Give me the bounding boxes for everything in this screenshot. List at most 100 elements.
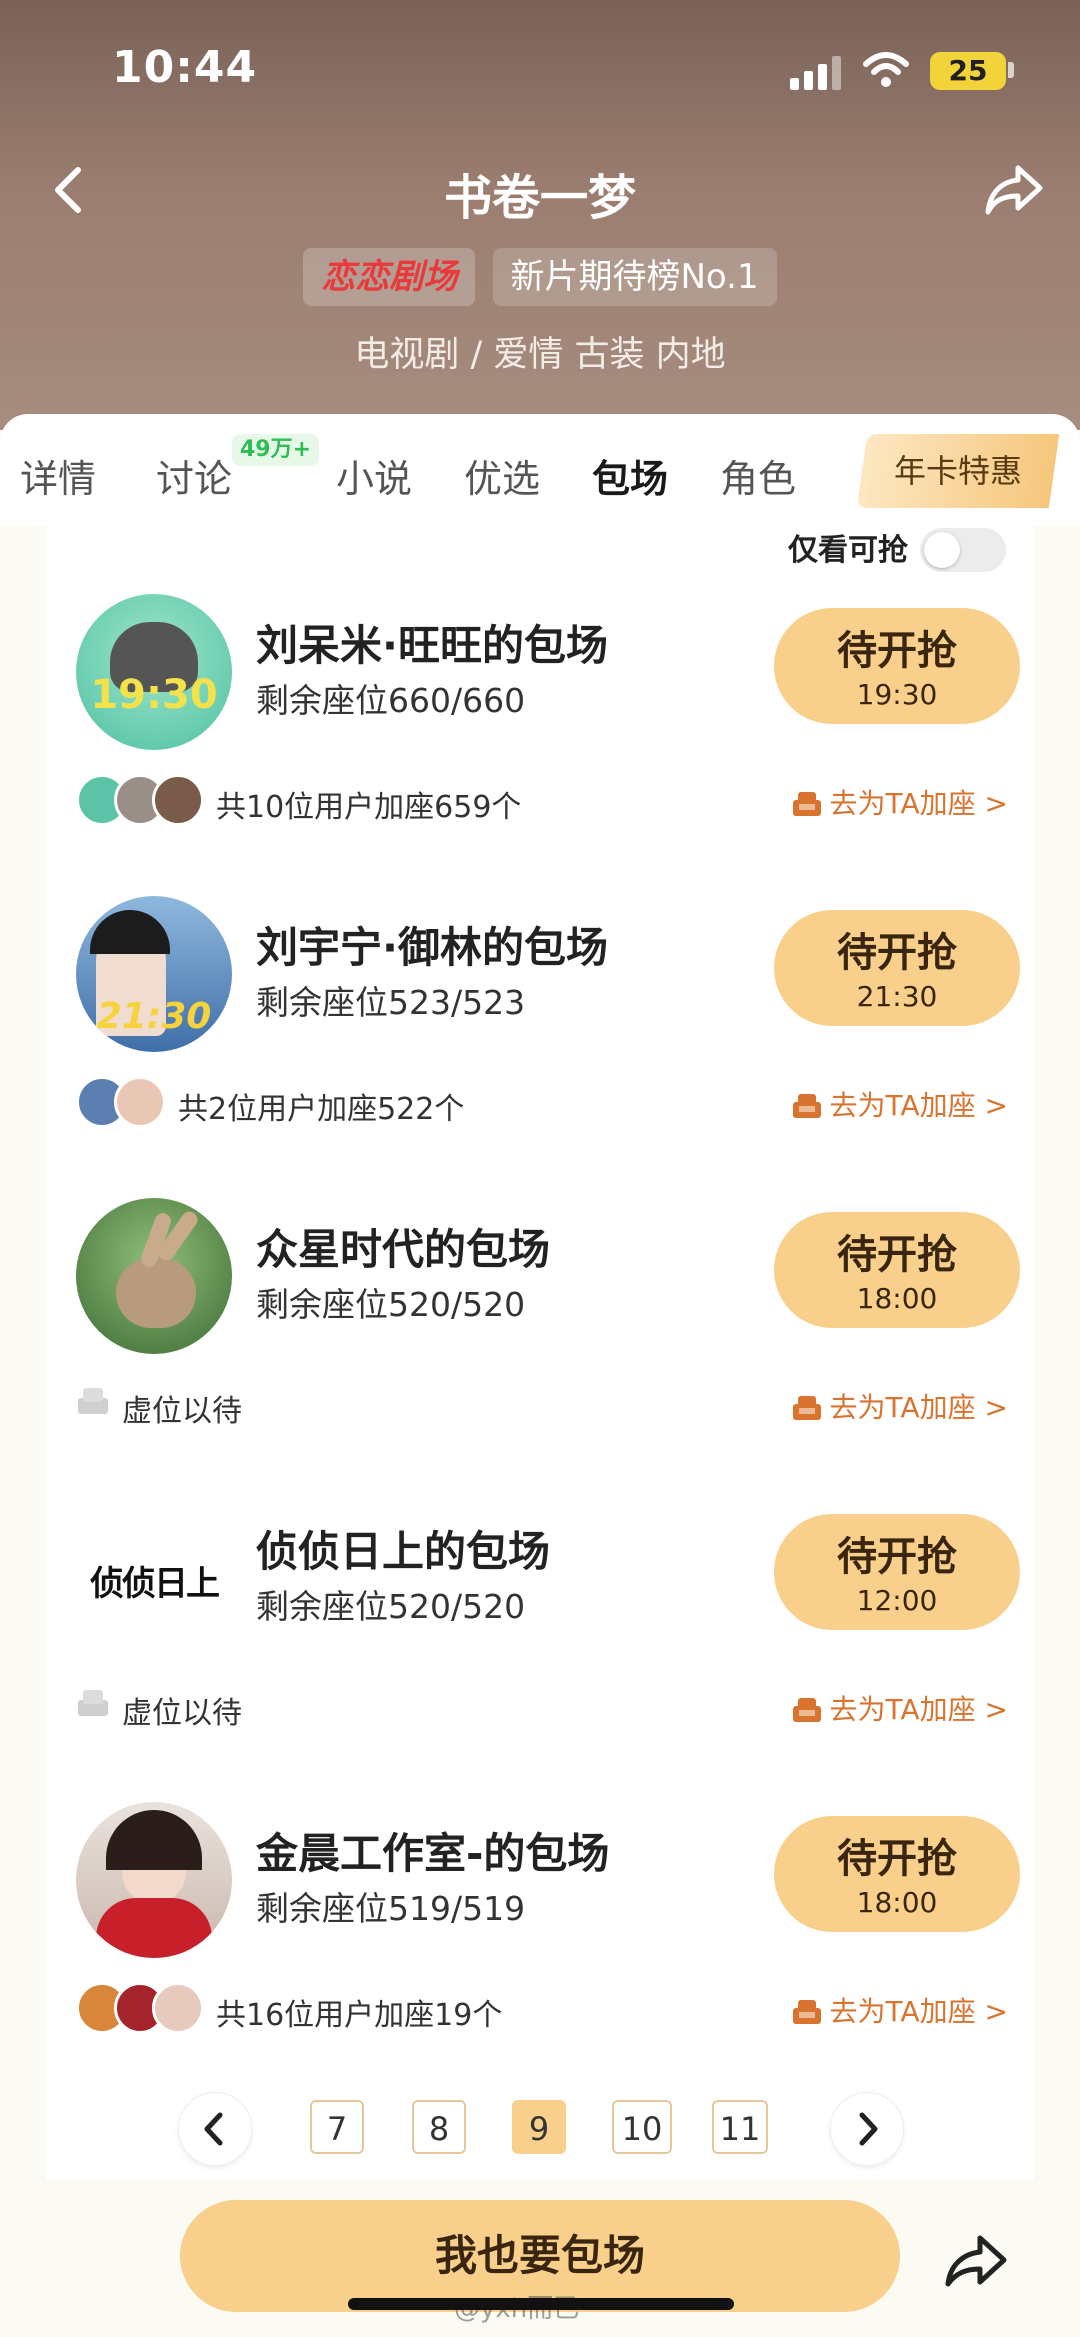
toggle-knob xyxy=(924,532,960,568)
battery-level: 25 xyxy=(948,54,988,87)
seats-remaining: 剩余座位520/520 xyxy=(256,1587,526,1626)
booking-row[interactable]: 21:30 刘宇宁·御林的包场 剩余座位523/523 待开抢 21:30 共2… xyxy=(46,896,1034,1196)
joiners-text: 共10位用户加座659个 xyxy=(216,790,522,825)
grab-button[interactable]: 待开抢 21:30 xyxy=(774,910,1020,1026)
seats-remaining: 剩余座位520/520 xyxy=(256,1285,526,1324)
avatar xyxy=(76,1198,232,1354)
next-page-button[interactable] xyxy=(830,2092,904,2166)
booking-row[interactable]: 侦侦日上 侦侦日上的包场 剩余座位520/520 待开抢 12:00 虚位以待 … xyxy=(46,1500,1034,1800)
annual-card-label: 年卡特惠 xyxy=(893,452,1022,490)
avatar-time: 21:30 xyxy=(96,996,212,1037)
seats-remaining: 剩余座位519/519 xyxy=(256,1889,526,1928)
battery-icon: 25 xyxy=(930,52,1006,90)
joiner-avatar xyxy=(152,774,204,826)
grab-time: 12:00 xyxy=(856,1584,938,1617)
joiner-avatar xyxy=(152,1982,204,2034)
sofa-icon xyxy=(792,1698,821,1722)
page-9-current[interactable]: 9 xyxy=(512,2100,566,2154)
brand-tag[interactable]: 恋恋剧场 xyxy=(303,248,476,306)
joiners-text: 虚位以待 xyxy=(122,1394,242,1429)
battery-tip xyxy=(1008,62,1014,78)
avatar-time: 19:30 xyxy=(90,672,218,718)
share-icon[interactable] xyxy=(984,160,1044,220)
page-7[interactable]: 7 xyxy=(310,2100,364,2154)
page-8[interactable]: 8 xyxy=(412,2100,466,2154)
joiners-text: 共16位用户加座19个 xyxy=(216,1998,503,2033)
empty-seat-icon xyxy=(78,1690,108,1716)
booking-name: 刘呆米·旺旺的包场 xyxy=(256,621,608,670)
grab-status: 待开抢 xyxy=(837,1836,957,1882)
booking-name: 众星时代的包场 xyxy=(256,1225,551,1274)
tab-selected[interactable]: 优选 xyxy=(464,448,540,503)
prev-page-button[interactable] xyxy=(178,2092,252,2166)
sofa-icon xyxy=(792,1094,821,1118)
rank-tag[interactable]: 新片期待榜No.1 xyxy=(492,248,777,306)
booking-row[interactable]: 众星时代的包场 剩余座位520/520 待开抢 18:00 虚位以待 去为TA加… xyxy=(46,1198,1034,1498)
seats-remaining: 剩余座位523/523 xyxy=(256,983,526,1022)
avatar: 侦侦日上 xyxy=(76,1500,232,1656)
status-time: 10:44 xyxy=(112,42,258,93)
add-seat-label: 去为TA加座 > xyxy=(829,1391,1008,1424)
tag-row: 恋恋剧场 新片期待榜No.1 xyxy=(0,248,1080,308)
signal-icon xyxy=(790,56,842,90)
add-seat-label: 去为TA加座 > xyxy=(829,1693,1008,1726)
available-only-toggle[interactable] xyxy=(920,528,1006,572)
tab-booking[interactable]: 包场 xyxy=(592,448,668,503)
add-seat-link[interactable]: 去为TA加座 > xyxy=(790,1688,1008,1728)
grab-button[interactable]: 待开抢 18:00 xyxy=(774,1212,1020,1328)
discussion-count-badge: 49万+ xyxy=(232,434,320,466)
chevron-left-icon xyxy=(204,2112,223,2146)
annual-card-button[interactable]: 年卡特惠 xyxy=(856,434,1060,508)
add-seat-link[interactable]: 去为TA加座 > xyxy=(790,782,1008,822)
joiner-avatar xyxy=(114,1076,166,1128)
booking-name: 侦侦日上的包场 xyxy=(256,1527,551,1576)
add-seat-link[interactable]: 去为TA加座 > xyxy=(790,1084,1008,1124)
genre-text: 电视剧 / 爱情 古装 内地 xyxy=(354,335,726,375)
page-10[interactable]: 10 xyxy=(612,2100,672,2154)
grab-button[interactable]: 待开抢 12:00 xyxy=(774,1514,1020,1630)
grab-button[interactable]: 待开抢 18:00 xyxy=(774,1816,1020,1932)
tab-roles[interactable]: 角色 xyxy=(720,448,796,503)
joiners-text: 共2位用户加座522个 xyxy=(178,1092,465,1127)
booking-row[interactable]: 19:30 刘呆米·旺旺的包场 剩余座位660/660 待开抢 19:30 共1… xyxy=(46,594,1034,894)
chevron-right-icon xyxy=(859,2112,878,2146)
share-icon[interactable] xyxy=(944,2230,1008,2290)
avatar: 21:30 xyxy=(76,896,232,1052)
joiners-text: 虚位以待 xyxy=(122,1696,242,1731)
grab-time: 18:00 xyxy=(856,1282,938,1315)
filter-label: 仅看可抢 xyxy=(788,533,908,568)
home-indicator xyxy=(348,2298,734,2310)
empty-seat-icon xyxy=(78,1388,108,1414)
grab-time: 21:30 xyxy=(856,980,938,1013)
add-seat-link[interactable]: 去为TA加座 > xyxy=(790,1990,1008,2030)
avatar: 19:30 xyxy=(76,594,232,750)
tab-details[interactable]: 详情 xyxy=(20,448,96,503)
avatar xyxy=(76,1802,232,1958)
grab-time: 18:00 xyxy=(856,1886,938,1919)
grab-status: 待开抢 xyxy=(837,1534,957,1580)
page-title: 书卷一梦 xyxy=(443,170,636,226)
booking-name: 金晨工作室-的包场 xyxy=(256,1829,610,1878)
grab-status: 待开抢 xyxy=(837,1232,957,1278)
grab-button[interactable]: 待开抢 19:30 xyxy=(774,608,1020,724)
nav-bar: 书卷一梦 xyxy=(0,140,1080,240)
tab-novel[interactable]: 小说 xyxy=(336,448,412,503)
sofa-icon xyxy=(792,792,821,816)
seats-remaining: 剩余座位660/660 xyxy=(256,681,526,720)
add-seat-link[interactable]: 去为TA加座 > xyxy=(790,1386,1008,1426)
add-seat-label: 去为TA加座 > xyxy=(829,1089,1008,1122)
page-11[interactable]: 11 xyxy=(712,2100,768,2154)
grab-time: 19:30 xyxy=(856,678,938,711)
grab-status: 待开抢 xyxy=(837,628,957,674)
booking-name: 刘宇宁·御林的包场 xyxy=(256,923,608,972)
grab-status: 待开抢 xyxy=(837,930,957,976)
wifi-icon xyxy=(863,52,909,87)
booking-row[interactable]: 金晨工作室-的包场 剩余座位519/519 待开抢 18:00 共16位用户加座… xyxy=(46,1802,1034,2102)
tab-discussion[interactable]: 讨论 xyxy=(156,448,232,503)
pagination: 7 8 9 10 11 xyxy=(0,2092,1080,2172)
sofa-icon xyxy=(792,1396,821,1420)
status-bar: 10:44 25 xyxy=(0,0,1080,140)
add-seat-label: 去为TA加座 > xyxy=(829,1995,1008,2028)
avatar-logo-text: 侦侦日上 xyxy=(90,1564,220,1604)
add-seat-label: 去为TA加座 > xyxy=(829,787,1008,820)
